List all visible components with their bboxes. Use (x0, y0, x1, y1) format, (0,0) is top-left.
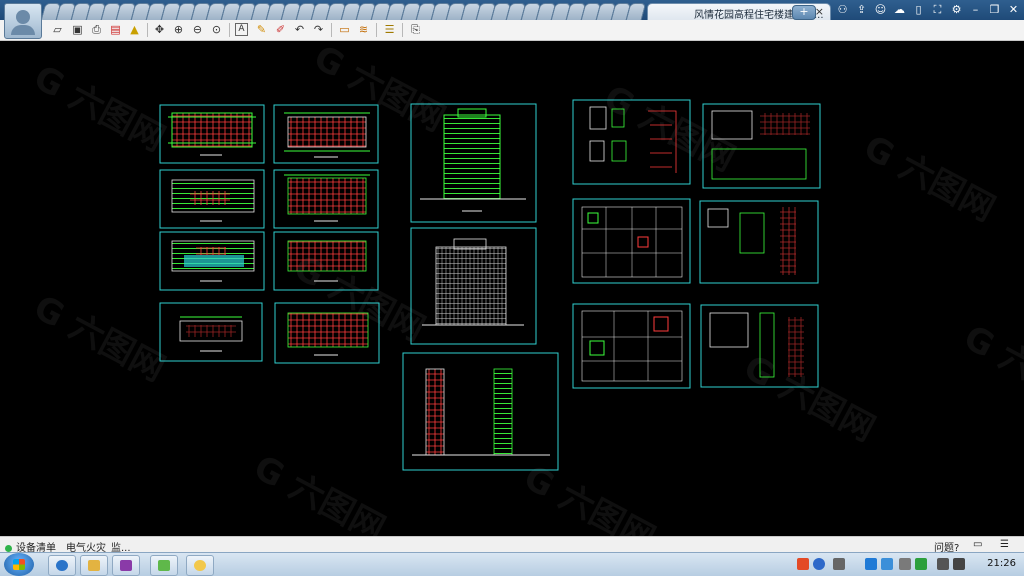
tray-arrow-icon[interactable] (833, 558, 845, 570)
chat-icon[interactable]: ☺ (874, 3, 887, 16)
toolbar-divider (376, 23, 377, 37)
eraser-icon[interactable]: ✐ (273, 23, 288, 37)
battery-icon[interactable] (915, 558, 927, 570)
zoom-out-icon[interactable]: ⊖ (190, 23, 205, 37)
clock[interactable]: 21:26 (987, 558, 1016, 569)
sogou-icon[interactable] (797, 558, 809, 570)
toolbar-divider (229, 23, 230, 37)
text-icon[interactable]: A (235, 23, 248, 36)
status-dot (5, 544, 12, 552)
close-window-icon[interactable]: ✕ (1007, 3, 1020, 16)
floor-plan-sheets (159, 104, 380, 364)
taskbar-app-ie[interactable] (48, 555, 76, 576)
zoom-window-icon[interactable]: ⊙ (209, 23, 224, 37)
tab-strip: 风情花园高程住宅楼建筑施... × (40, 3, 831, 21)
close-tab-icon[interactable]: × (815, 5, 824, 18)
tab-40[interactable] (625, 3, 647, 20)
redo-icon[interactable]: ↷ (311, 23, 326, 37)
volume-icon[interactable] (953, 558, 965, 570)
print-icon[interactable]: ⎙ (89, 23, 104, 37)
taskbar-app-explorer[interactable] (80, 555, 108, 576)
export-icon[interactable]: ⎘ (408, 23, 423, 37)
undo-icon[interactable]: ↶ (292, 23, 307, 37)
new-tab-button[interactable]: + (792, 5, 816, 20)
toolbar-divider (147, 23, 148, 37)
phone-icon[interactable]: ▯ (912, 3, 925, 16)
browser-icon (56, 560, 68, 571)
pdf-icon[interactable]: ▤ (108, 23, 123, 37)
minimize-icon[interactable]: – (969, 3, 982, 16)
elevation-sheets (402, 103, 559, 471)
task-strip: 设备清单 电气火灾_监... 问题? ▭ ☰ (0, 536, 1024, 554)
gear-icon[interactable]: ⚙ (950, 3, 963, 16)
pencil-icon[interactable]: ✎ (254, 23, 269, 37)
drawing-canvas[interactable]: G 六图网 G 六图网 G 六图网 G 六图网 G 六图网 G 六图网 G 六图… (0, 41, 1024, 536)
flag-icon[interactable] (899, 558, 911, 570)
open-icon[interactable]: ▱ (50, 23, 65, 37)
cad-drawing (159, 99, 821, 471)
avatar-head (16, 10, 30, 24)
taskbar-app-cad[interactable] (150, 555, 178, 576)
avatar-body (11, 25, 35, 35)
users-icon[interactable]: ⚇ (836, 3, 849, 16)
toolbar-divider (402, 23, 403, 37)
settings-cloud-icon[interactable]: ☁ (893, 3, 906, 16)
message-icon[interactable]: ▭ (973, 539, 982, 550)
window-controls: ⚇ ⇪ ☺ ☁ ▯ ⛶ ⚙ – ❐ ✕ (836, 3, 1020, 16)
windows-logo-icon (13, 559, 25, 570)
archive-icon (120, 560, 132, 571)
windows-taskbar: 21:26 (0, 552, 1024, 576)
save-icon[interactable]: ▣ (70, 23, 85, 37)
pan-icon[interactable]: ✥ (152, 23, 167, 37)
detail-sheets (572, 99, 821, 389)
layers-icon[interactable]: ≋ (356, 23, 371, 37)
measure-icon[interactable]: ▭ (337, 23, 352, 37)
qq-icon (194, 560, 206, 571)
toolbar: ▱ ▣ ⎙ ▤ ▲ ✥ ⊕ ⊖ ⊙ A ✎ ✐ ↶ ↷ ▭ ≋ ☰ ⎘ (0, 20, 1024, 41)
menu-icon[interactable]: ☰ (1000, 539, 1009, 550)
cad-app-icon (158, 560, 170, 571)
stack-icon[interactable]: ☰ (382, 23, 397, 37)
restore-icon[interactable]: ❐ (988, 3, 1001, 16)
network-icon[interactable] (865, 558, 877, 570)
taskbar-app-qq[interactable] (186, 555, 214, 576)
lock-icon[interactable]: ▲ (127, 23, 142, 37)
signal-icon[interactable] (937, 558, 949, 570)
security-icon[interactable] (881, 558, 893, 570)
start-button[interactable] (4, 553, 34, 576)
help-icon[interactable] (813, 558, 825, 570)
fullscreen-icon[interactable]: ⛶ (931, 3, 944, 16)
folder-icon (88, 560, 100, 571)
user-avatar[interactable] (4, 3, 42, 39)
taskbar-app-archive[interactable] (112, 555, 140, 576)
share-icon[interactable]: ⇪ (855, 3, 868, 16)
toolbar-divider (331, 23, 332, 37)
title-bar: 风情花园高程住宅楼建筑施... × + ⚇ ⇪ ☺ ☁ ▯ ⛶ ⚙ – ❐ ✕ (0, 0, 1024, 21)
zoom-in-icon[interactable]: ⊕ (171, 23, 186, 37)
